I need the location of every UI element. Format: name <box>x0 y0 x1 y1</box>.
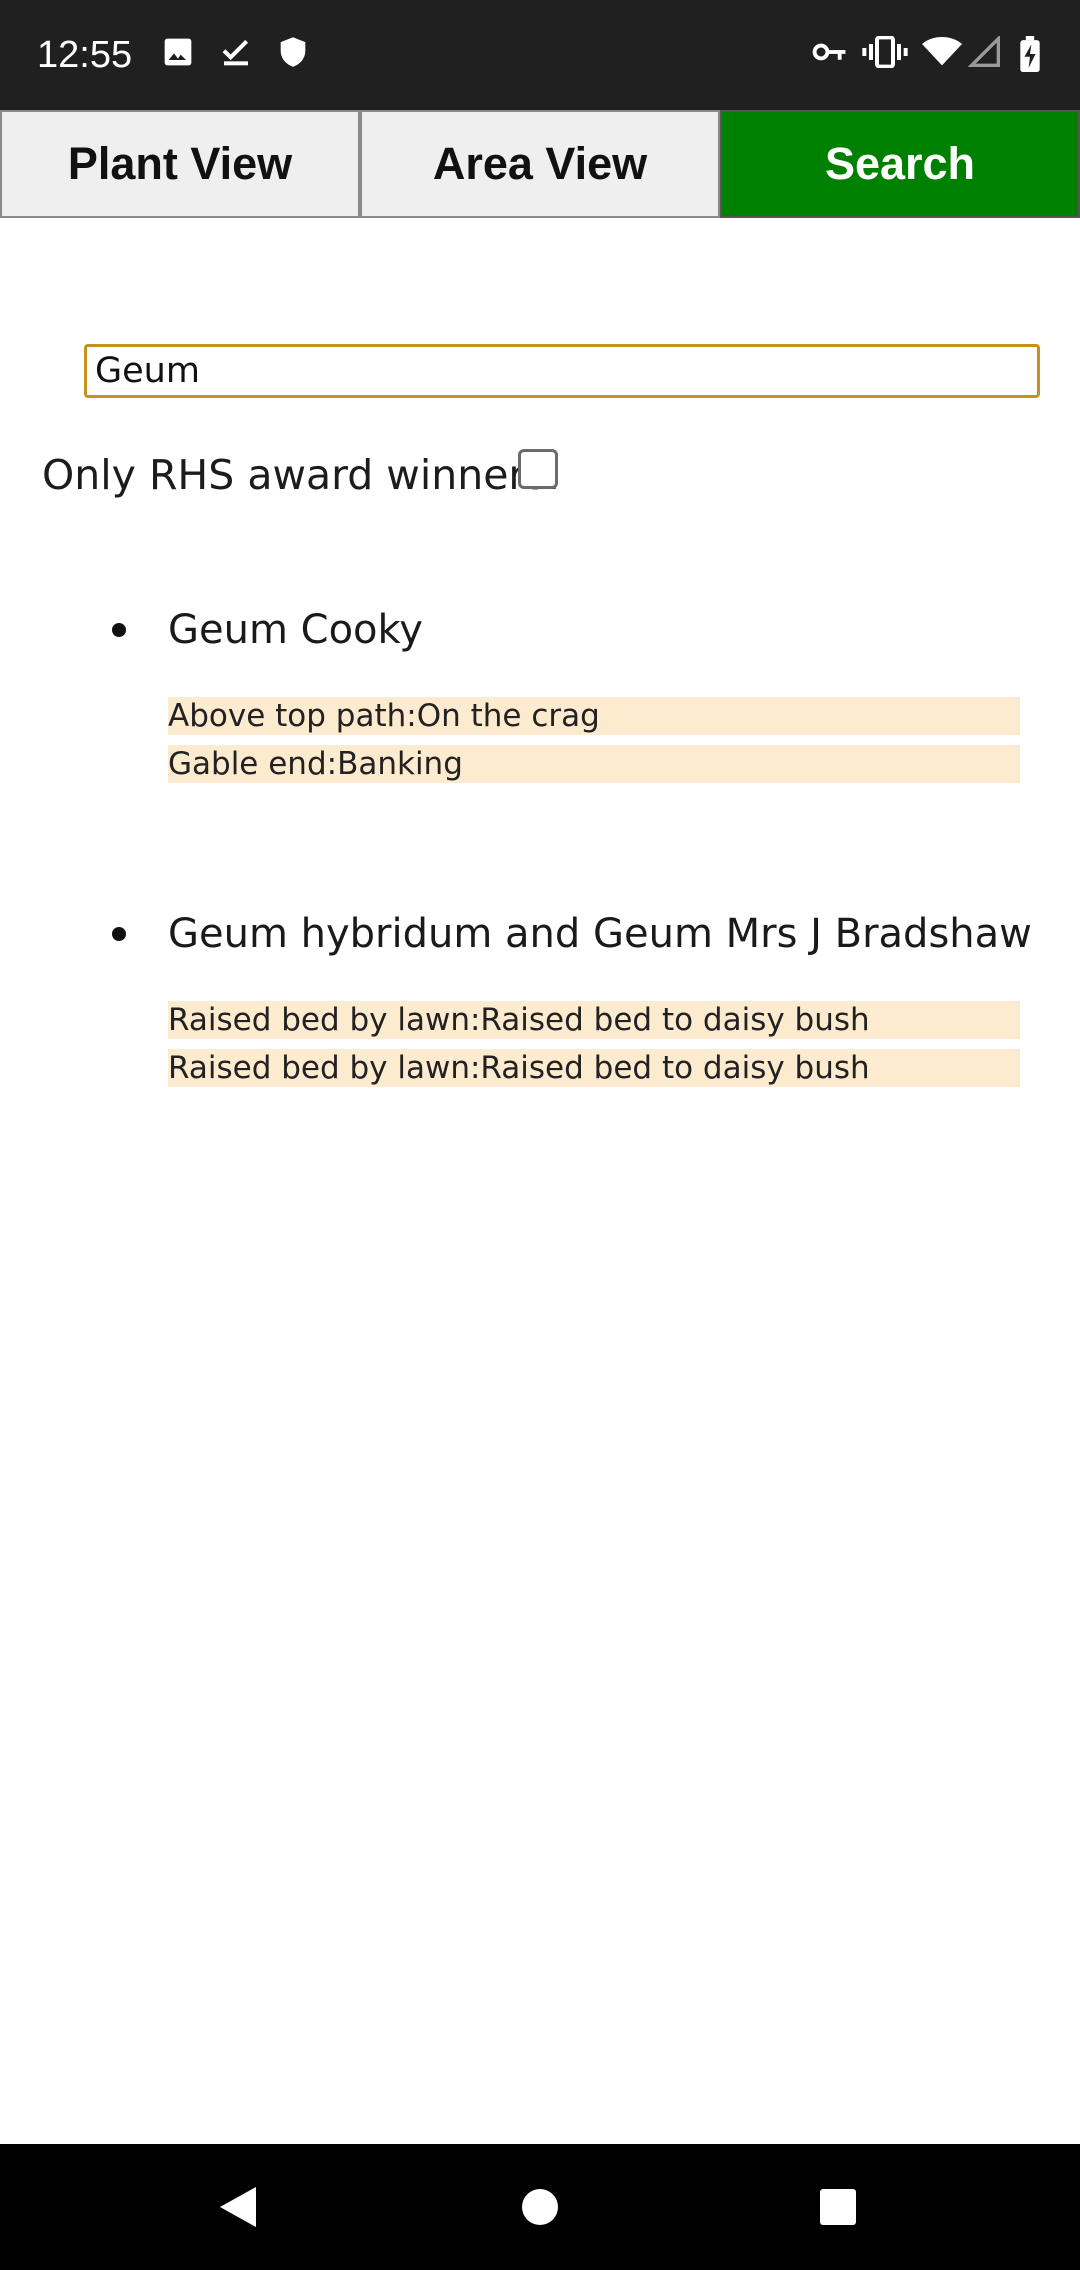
recents-button[interactable] <box>778 2144 898 2270</box>
rhs-filter-row: Only RHS award winners: <box>42 445 560 505</box>
location-entry[interactable]: Gable end:Banking <box>168 745 1020 783</box>
rhs-filter-label: Only RHS award winners: <box>42 451 561 499</box>
tab-search[interactable]: Search <box>720 110 1080 218</box>
check-download-icon <box>220 36 252 68</box>
plant-name[interactable]: Geum Cooky <box>168 600 423 660</box>
vibrate-icon <box>862 36 908 68</box>
tab-bar: Plant View Area View Search <box>0 110 1080 218</box>
bullet-icon <box>112 623 126 637</box>
location-entry[interactable]: Raised bed by lawn:Raised bed to daisy b… <box>168 1001 1020 1039</box>
signal-icon <box>968 36 1002 68</box>
wifi-icon <box>922 36 962 68</box>
search-input[interactable] <box>84 344 1040 398</box>
home-button[interactable] <box>480 2144 600 2270</box>
status-time: 12:55 <box>37 34 133 76</box>
recents-icon <box>820 2189 856 2225</box>
navigation-bar <box>0 2144 1080 2270</box>
home-icon <box>522 2189 558 2225</box>
bullet-icon <box>112 927 126 941</box>
plant-name[interactable]: Geum hybridum and Geum Mrs J Bradshaw <box>168 904 1032 964</box>
rhs-award-checkbox[interactable] <box>518 449 558 489</box>
tab-area-view[interactable]: Area View <box>360 110 720 218</box>
back-button[interactable] <box>178 2144 298 2270</box>
image-icon <box>162 36 194 68</box>
location-entry[interactable]: Above top path:On the crag <box>168 697 1020 735</box>
back-icon <box>220 2187 256 2227</box>
location-entry[interactable]: Raised bed by lawn:Raised bed to daisy b… <box>168 1049 1020 1087</box>
battery-charging-icon <box>1018 36 1042 72</box>
tab-plant-view[interactable]: Plant View <box>0 110 360 218</box>
vpn-key-icon <box>812 36 848 68</box>
shield-icon <box>278 36 308 68</box>
status-bar: 12:55 <box>0 0 1080 110</box>
